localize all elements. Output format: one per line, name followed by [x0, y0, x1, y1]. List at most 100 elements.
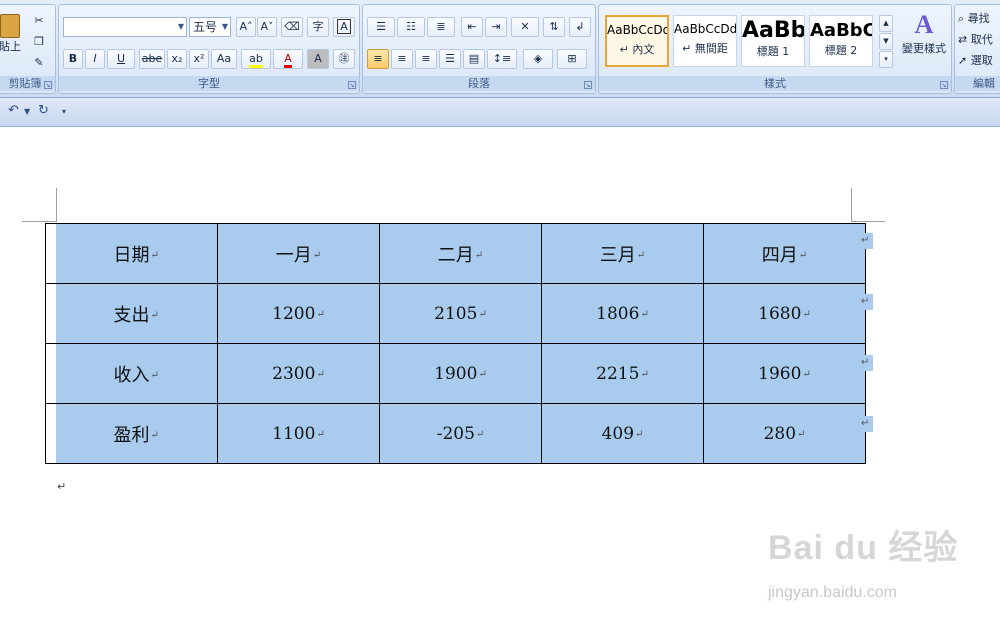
- phonetic-guide-button[interactable]: 字: [307, 17, 329, 37]
- style-heading-1[interactable]: AaBb 標題 1: [741, 15, 805, 67]
- table-header-cell[interactable]: 日期↵: [55, 223, 218, 284]
- shading-button[interactable]: ◈: [523, 49, 553, 69]
- font-size-combo[interactable]: 五号 ▼: [189, 17, 231, 37]
- asian-layout-button[interactable]: ✕: [511, 17, 539, 37]
- quick-access-toolbar: ↶ ▼ ↻ ▾: [0, 98, 1000, 127]
- highlight-button[interactable]: ab: [241, 49, 271, 69]
- font-group: ▼ 五号 ▼ A˄ A˅ ⌫ 字 A B I U abe x₂ x² Aa ab…: [58, 4, 360, 94]
- table-cell[interactable]: 2300↵: [217, 343, 380, 404]
- table-cell[interactable]: 收入↵: [55, 343, 218, 404]
- grow-font-button[interactable]: A˄: [236, 17, 256, 37]
- table-cell[interactable]: -205↵: [379, 403, 542, 464]
- change-case-button[interactable]: Aa: [211, 49, 237, 69]
- change-styles-button[interactable]: A 變更樣式: [897, 9, 951, 73]
- table-header-cell[interactable]: 一月↵: [217, 223, 380, 284]
- font-color-button[interactable]: A: [273, 49, 303, 69]
- align-left-button[interactable]: ≡: [367, 49, 389, 69]
- multilevel-list-button[interactable]: ≣: [427, 17, 455, 37]
- table-cell[interactable]: 1200↵: [217, 283, 380, 344]
- undo-icon[interactable]: ↶: [8, 103, 19, 118]
- styles-group-label: 樣式: [599, 76, 951, 91]
- pilcrow-icon: ↲: [575, 20, 585, 33]
- table-cell[interactable]: 盈利↵: [55, 403, 218, 464]
- cell-text: 409: [601, 423, 635, 444]
- find-button[interactable]: ⌕ 尋找: [957, 9, 1000, 29]
- table-cell[interactable]: 409↵: [541, 403, 704, 464]
- italic-button[interactable]: I: [85, 49, 105, 69]
- table-cell[interactable]: 1680↵: [703, 283, 866, 344]
- table-cell[interactable]: 1100↵: [217, 403, 380, 464]
- cell-text: 1100: [272, 423, 316, 444]
- numbering-button[interactable]: ☷: [397, 17, 425, 37]
- superscript-button[interactable]: x²: [189, 49, 209, 69]
- replace-button[interactable]: ⇄ 取代: [957, 30, 1000, 50]
- font-name-combo[interactable]: ▼: [63, 17, 187, 37]
- table-header-cell[interactable]: 二月↵: [379, 223, 542, 284]
- distributed-button[interactable]: ▤: [463, 49, 485, 69]
- format-painter-button[interactable]: ✎: [29, 53, 49, 73]
- styles-more[interactable]: ▾: [879, 51, 893, 68]
- style-heading-2[interactable]: AaBbC 標題 2: [809, 15, 873, 67]
- align-right-button[interactable]: ≡: [415, 49, 437, 69]
- style-no-spacing-name: ↵ 無間距: [682, 42, 728, 55]
- paragraph-launcher-icon[interactable]: ↘: [584, 81, 592, 89]
- table-cell[interactable]: 1960↵: [703, 343, 866, 404]
- cell-text: 四月: [761, 244, 798, 266]
- borders-button[interactable]: ⊞: [557, 49, 587, 69]
- styles-launcher-icon[interactable]: ↘: [940, 81, 948, 89]
- redo-icon[interactable]: ↻: [38, 103, 49, 118]
- style-heading-2-sample: AaBbC: [810, 20, 872, 41]
- char-border-button[interactable]: A: [333, 17, 355, 37]
- table-cell[interactable]: 1900↵: [379, 343, 542, 404]
- paste-button[interactable]: 貼上: [0, 11, 23, 63]
- table-cell[interactable]: 支出↵: [55, 283, 218, 344]
- table-cell-gutter[interactable]: [45, 223, 56, 284]
- customize-qat-icon[interactable]: ▾: [62, 107, 66, 116]
- table-cell[interactable]: 280↵: [703, 403, 866, 464]
- cell-end-mark: ↵: [150, 370, 159, 381]
- styles-scroll-down[interactable]: ▼: [879, 33, 893, 50]
- char-shading-button[interactable]: A: [307, 49, 329, 69]
- shrink-font-button[interactable]: A˅: [257, 17, 277, 37]
- table-cell[interactable]: 1806↵: [541, 283, 704, 344]
- table-header-cell[interactable]: 四月↵: [703, 223, 866, 284]
- cell-end-mark: ↵: [475, 428, 485, 440]
- subscript-button[interactable]: x₂: [167, 49, 187, 69]
- line-spacing-button[interactable]: ↕≡: [487, 49, 517, 69]
- table-header-cell[interactable]: 三月↵: [541, 223, 704, 284]
- clipboard-launcher-icon[interactable]: ↘: [44, 81, 52, 89]
- table-cell-gutter[interactable]: [45, 283, 56, 344]
- clear-format-button[interactable]: ⌫: [281, 17, 303, 37]
- sort-button[interactable]: ⇅: [543, 17, 565, 37]
- baidu-watermark: Bai du 经验 jingyan.baidu.com: [768, 520, 958, 620]
- cut-button[interactable]: ✂: [29, 11, 49, 31]
- ribbon: 貼上 ✂ ❐ ✎ 剪貼簿 ↘ ▼ 五号 ▼ A˄ A˅ ⌫ 字 A B I U …: [0, 0, 1000, 98]
- underline-button[interactable]: U: [107, 49, 135, 69]
- table-cell-gutter[interactable]: [45, 403, 56, 464]
- increase-indent-button[interactable]: ⇥: [485, 17, 507, 37]
- table-cell[interactable]: 2215↵: [541, 343, 704, 404]
- table-cell[interactable]: 2105↵: [379, 283, 542, 344]
- enclose-char-icon: ㊟: [338, 52, 350, 65]
- styles-scroll-up[interactable]: ▲: [879, 15, 893, 32]
- table-row: 收入↵ 2300↵ 1900↵ 2215↵ 1960↵: [45, 343, 866, 404]
- font-launcher-icon[interactable]: ↘: [348, 81, 356, 89]
- cell-text: 日期: [113, 244, 150, 266]
- copy-button[interactable]: ❐: [29, 32, 49, 52]
- align-center-button[interactable]: ≡: [391, 49, 413, 69]
- select-button[interactable]: ➚ 選取: [957, 51, 1000, 71]
- justify-button[interactable]: ☰: [439, 49, 461, 69]
- more-icon: ▾: [884, 55, 888, 63]
- style-normal[interactable]: AaBbCcDd ↵ 內文: [605, 15, 669, 67]
- decrease-indent-button[interactable]: ⇤: [461, 17, 483, 37]
- paint-bucket-icon: ◈: [533, 52, 543, 65]
- bold-button[interactable]: B: [63, 49, 83, 69]
- data-table[interactable]: 日期↵ 一月↵ 二月↵ 三月↵ 四月↵ 支出↵ 1200↵ 2105↵ 1806…: [45, 223, 866, 464]
- table-cell-gutter[interactable]: [45, 343, 56, 404]
- bullets-button[interactable]: ☰: [367, 17, 395, 37]
- enclose-char-button[interactable]: ㊟: [333, 49, 355, 69]
- strikethrough-button[interactable]: abe: [139, 49, 165, 69]
- show-marks-button[interactable]: ↲: [569, 17, 591, 37]
- undo-dropdown-icon[interactable]: ▼: [24, 107, 30, 116]
- style-no-spacing[interactable]: AaBbCcDd ↵ 無間距: [673, 15, 737, 67]
